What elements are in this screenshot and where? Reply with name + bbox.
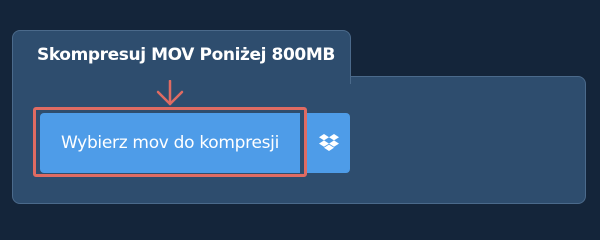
arrow-down-icon	[156, 80, 184, 106]
highlight-frame	[33, 107, 307, 177]
dropbox-button[interactable]	[307, 113, 350, 173]
dropbox-icon	[318, 134, 339, 151]
page-title: Skompresuj MOV Poniżej 800MB	[37, 45, 335, 65]
title-tab: Skompresuj MOV Poniżej 800MB	[12, 30, 351, 84]
